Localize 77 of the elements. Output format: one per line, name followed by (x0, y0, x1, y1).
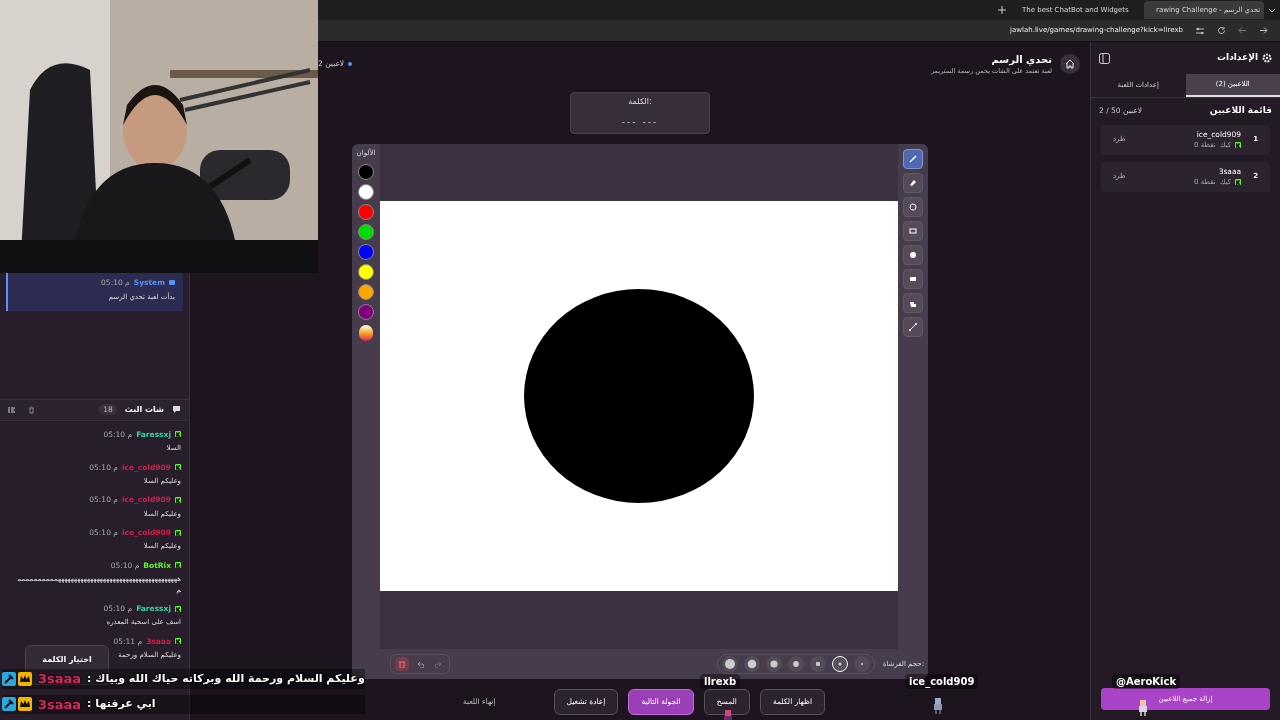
brush-size-button[interactable] (765, 656, 782, 672)
overlay-message: وعليكم السلام ورحمة الله وبركاته حياك الله وبياك : (87, 670, 365, 687)
kick-icon (175, 638, 181, 645)
tool-button[interactable] (903, 173, 923, 193)
kick-icon (175, 562, 181, 569)
kick-icon (175, 464, 181, 471)
kick-icon (175, 431, 181, 438)
sidebar-toggle-icon (1099, 52, 1110, 64)
status-dot-icon (348, 62, 353, 66)
dot-icon (746, 659, 757, 669)
color-picker-icon (358, 323, 374, 342)
brush-size-button[interactable] (809, 656, 826, 672)
chat-title: شات البث (124, 403, 164, 416)
dot-icon (724, 659, 735, 669)
kick-icon (175, 529, 181, 536)
page-title: تحدي الرسم (991, 52, 1052, 67)
undo-icon (416, 660, 424, 668)
tool-button[interactable] (903, 293, 923, 313)
word-hint: --- --- (621, 116, 659, 130)
site-settings-icon (1195, 26, 1205, 35)
kick-icon (175, 605, 181, 612)
overlay-username: 3saaa (38, 695, 82, 714)
player-name-label: llrexb (700, 674, 741, 689)
redo-icon (434, 660, 442, 668)
home-button[interactable] (1060, 54, 1080, 74)
overlay-message: ابي عرفتها : (87, 696, 156, 712)
player-name-label: @AeroKick (1112, 674, 1181, 689)
dot-icon (790, 659, 801, 669)
forward-icon (1259, 26, 1268, 35)
color-swatch[interactable] (358, 243, 374, 260)
tool-button[interactable] (903, 197, 923, 217)
word-picker-title: اختيار الكلمة (41, 654, 93, 666)
tool-button[interactable] (903, 245, 923, 265)
list-title: قائمة اللاعبين (1209, 104, 1272, 118)
color-swatch[interactable] (358, 303, 374, 320)
trash-icon (399, 660, 405, 668)
tool-button[interactable] (903, 317, 923, 337)
chat-icon (172, 405, 181, 415)
brush-size-button[interactable] (743, 656, 760, 672)
brush-size-button[interactable] (787, 656, 804, 672)
character-icon (932, 698, 944, 714)
trash-icon (28, 405, 35, 414)
dot-icon (768, 659, 779, 669)
filled-circle-icon (907, 249, 919, 261)
overlay-username: 3saaa (38, 670, 82, 688)
eraser-icon (907, 177, 919, 189)
color-swatch[interactable] (358, 223, 374, 240)
kick-icon (175, 496, 181, 503)
line-icon (907, 321, 919, 333)
list-icon (8, 405, 16, 414)
home-icon (1065, 59, 1075, 69)
clear-button[interactable] (395, 657, 409, 671)
color-swatch[interactable] (358, 263, 374, 280)
brush-size-button[interactable] (721, 656, 738, 672)
tool-button[interactable] (903, 221, 923, 241)
word-label: الكلمة: (628, 96, 652, 109)
pencil-icon (907, 153, 919, 165)
tool-button[interactable] (903, 269, 923, 289)
reload-icon (1217, 26, 1226, 35)
sidebar-title: الإعدادات (1217, 51, 1258, 65)
character-icon (1137, 700, 1149, 716)
color-swatch[interactable] (358, 183, 374, 200)
color-swatch[interactable] (358, 203, 374, 220)
player-name-label: ice_cold909 (905, 674, 979, 689)
kick-icon (1235, 179, 1242, 186)
circle-icon (907, 201, 919, 213)
color-swatch[interactable] (358, 163, 374, 180)
tab-menu-icon (1268, 6, 1276, 14)
brush-size-button[interactable] (831, 656, 848, 672)
crown-icon (18, 697, 32, 712)
back-icon (1238, 26, 1247, 35)
color-swatch[interactable] (358, 283, 374, 300)
kick-icon (1235, 142, 1242, 149)
plus-icon (998, 6, 1006, 14)
hammer-icon (2, 697, 16, 712)
settings-icon (1262, 53, 1272, 63)
tool-button[interactable] (903, 149, 923, 169)
